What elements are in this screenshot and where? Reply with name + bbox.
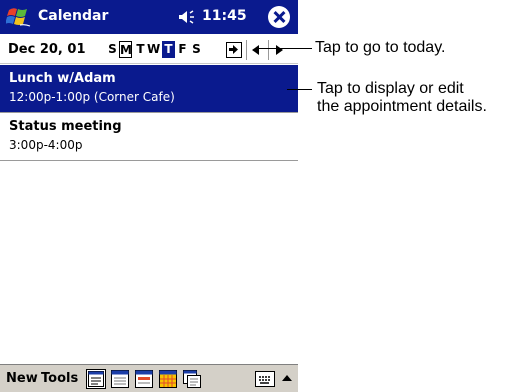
divider <box>246 40 247 60</box>
appointment-lunch[interactable]: Lunch w/Adam 12:00p-1:00p (Corner Cafe) <box>0 65 298 113</box>
today-arrow-glyph <box>229 45 238 54</box>
weekday-mon[interactable]: M <box>119 41 132 58</box>
keyboard-glyph <box>257 375 272 386</box>
date-bar: Dec 20, 01 S M T W T F S <box>0 34 298 64</box>
agenda-view-icon[interactable] <box>86 369 106 389</box>
callout-details-line1: Tap to display or edit <box>317 80 464 97</box>
current-date[interactable]: Dec 20, 01 <box>8 42 86 57</box>
appointment-status-meeting[interactable]: Status meeting 3:00p-4:00p <box>0 113 298 161</box>
app-title: Calendar <box>38 8 109 24</box>
new-menu[interactable]: New <box>6 371 38 386</box>
weekday-sat[interactable]: S <box>190 41 203 58</box>
weekday-thu[interactable]: T <box>162 41 175 58</box>
clock[interactable]: 11:45 <box>202 8 247 24</box>
pocketpc-screen: Calendar 11:45 Dec 20, 01 S M T W T F S <box>0 0 298 392</box>
day-view-icon[interactable] <box>110 369 130 389</box>
title-bar: Calendar 11:45 <box>0 0 298 34</box>
caret-up-icon[interactable] <box>282 375 292 381</box>
appointment-title: Status meeting <box>9 119 122 134</box>
agenda-glyph <box>88 371 104 387</box>
close-icon[interactable] <box>268 6 290 28</box>
week-view-icon[interactable] <box>134 369 154 389</box>
callout-details-line2: the appointment details. <box>317 98 487 115</box>
command-bar: New Tools <box>0 364 298 392</box>
appointment-title: Lunch w/Adam <box>9 71 116 86</box>
appointment-details: 12:00p-1:00p (Corner Cafe) <box>9 90 175 104</box>
windows-flag-icon[interactable] <box>6 4 32 30</box>
weekday-sun[interactable]: S <box>106 41 119 58</box>
weekday-wed[interactable]: W <box>147 41 160 58</box>
keyboard-icon[interactable] <box>255 371 275 387</box>
weekday-tue[interactable]: T <box>134 41 147 58</box>
appointment-details: 3:00p-4:00p <box>9 138 83 152</box>
year-view-icon[interactable] <box>182 369 202 389</box>
speaker-icon[interactable] <box>178 8 198 26</box>
callout-leader-today <box>258 48 312 49</box>
tools-menu[interactable]: Tools <box>41 371 78 386</box>
weekday-fri[interactable]: F <box>176 41 189 58</box>
callout-today: Tap to go to today. <box>315 39 446 56</box>
month-view-icon[interactable] <box>158 369 178 389</box>
divider <box>268 40 269 60</box>
callout-leader-details <box>287 89 312 90</box>
arrow-left-icon[interactable] <box>252 45 259 55</box>
arrow-right-icon[interactable] <box>276 45 283 55</box>
go-to-today-icon[interactable] <box>226 42 242 58</box>
